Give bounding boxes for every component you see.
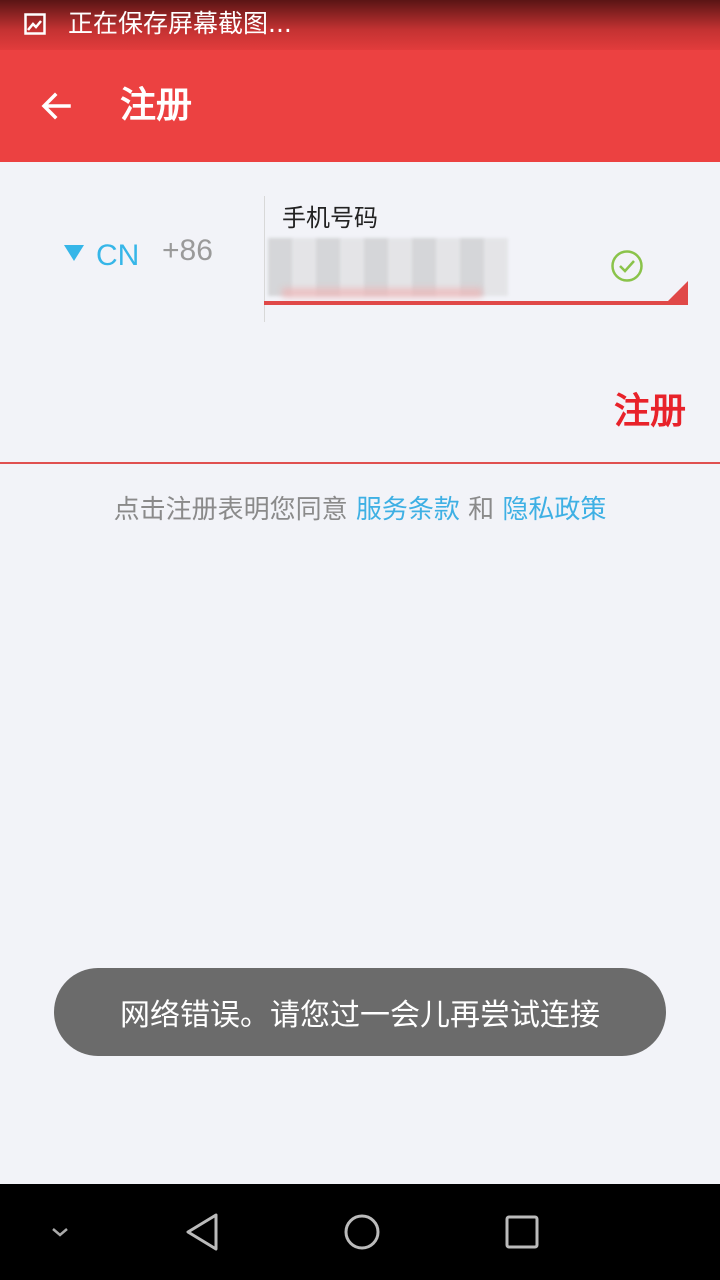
nav-home-button[interactable] bbox=[334, 1204, 390, 1260]
phone-label: 手机号码 bbox=[282, 204, 378, 232]
app-bar: 注册 bbox=[0, 50, 720, 162]
hide-keyboard-button[interactable] bbox=[40, 1212, 80, 1252]
nav-recents-button[interactable] bbox=[494, 1204, 550, 1260]
page-title: 注册 bbox=[120, 85, 193, 126]
home-circle-icon bbox=[344, 1214, 380, 1250]
recents-square-icon bbox=[505, 1215, 539, 1249]
back-triangle-icon bbox=[186, 1213, 218, 1251]
chevron-down-icon bbox=[52, 1228, 68, 1237]
agreement-conjunction: 和 bbox=[468, 495, 495, 525]
arrow-left-icon bbox=[41, 92, 71, 120]
screenshot-icon bbox=[24, 13, 46, 35]
agreement-text: 点击注册表明您同意 服务条款 和 隐私政策 bbox=[0, 490, 720, 530]
back-button[interactable] bbox=[28, 78, 84, 134]
toast-message: 网络错误。请您过一会儿再尝试连接 bbox=[120, 998, 600, 1033]
register-button[interactable]: 注册 bbox=[614, 386, 686, 438]
check-circle-icon bbox=[611, 250, 643, 282]
privacy-link[interactable]: 隐私政策 bbox=[502, 495, 606, 525]
dial-code: +86 bbox=[162, 234, 213, 267]
section-divider bbox=[0, 462, 720, 464]
status-notification-text: 正在保存屏幕截图... bbox=[68, 9, 292, 38]
redacted-phone-number bbox=[268, 238, 508, 296]
agreement-prefix: 点击注册表明您同意 bbox=[113, 495, 348, 525]
navigation-bar bbox=[0, 1184, 720, 1280]
toast: 网络错误。请您过一会儿再尝试连接 bbox=[54, 968, 666, 1056]
country-code: CN bbox=[96, 239, 140, 272]
dropdown-triangle-icon bbox=[64, 245, 84, 261]
nav-back-button[interactable] bbox=[176, 1204, 228, 1260]
input-underline bbox=[264, 301, 688, 305]
country-selector[interactable]: CN bbox=[64, 232, 139, 280]
terms-link[interactable]: 服务条款 bbox=[356, 495, 460, 525]
input-underline-corner bbox=[668, 281, 688, 301]
status-bar: 正在保存屏幕截图... bbox=[0, 0, 720, 50]
